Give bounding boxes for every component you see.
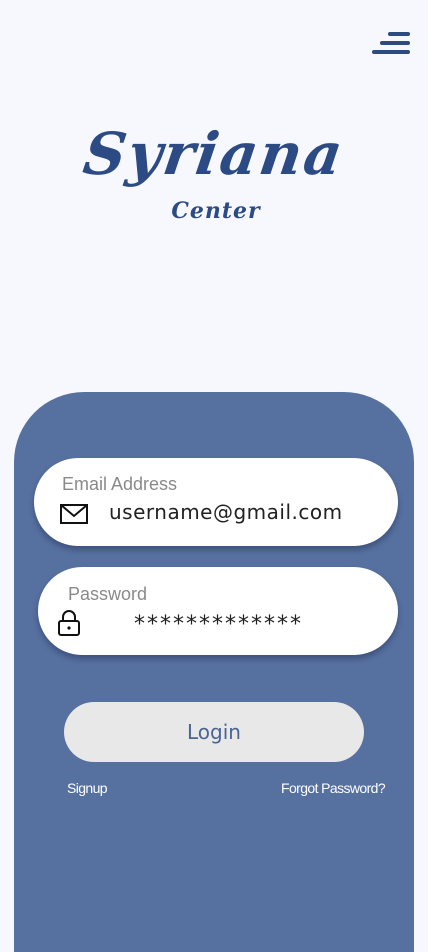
login-panel: Email Address username@gmail.com Passwor… bbox=[14, 392, 414, 952]
forgot-password-link[interactable]: Forgot Password? bbox=[281, 780, 386, 796]
hamburger-menu-icon bbox=[388, 32, 410, 36]
signup-link[interactable]: Signup bbox=[67, 780, 108, 796]
hamburger-menu-icon-bottom bbox=[372, 50, 410, 54]
envelope-icon bbox=[60, 504, 88, 528]
password-label: Password bbox=[68, 584, 148, 604]
password-field[interactable]: Password ************* bbox=[38, 567, 398, 655]
lock-icon bbox=[57, 609, 81, 641]
hamburger-menu-icon-middle bbox=[380, 41, 410, 45]
menu-button[interactable] bbox=[370, 28, 414, 58]
logo-subtitle: Center bbox=[171, 198, 261, 224]
password-input[interactable]: ************* bbox=[134, 612, 303, 637]
email-field[interactable]: Email Address username@gmail.com bbox=[34, 458, 398, 546]
app-logo: Syriana Center bbox=[0, 120, 428, 240]
email-label: Email Address bbox=[62, 474, 178, 494]
login-button[interactable]: Login bbox=[64, 702, 364, 762]
email-input[interactable]: username@gmail.com bbox=[109, 500, 343, 524]
logo-title: Syriana bbox=[79, 120, 349, 188]
